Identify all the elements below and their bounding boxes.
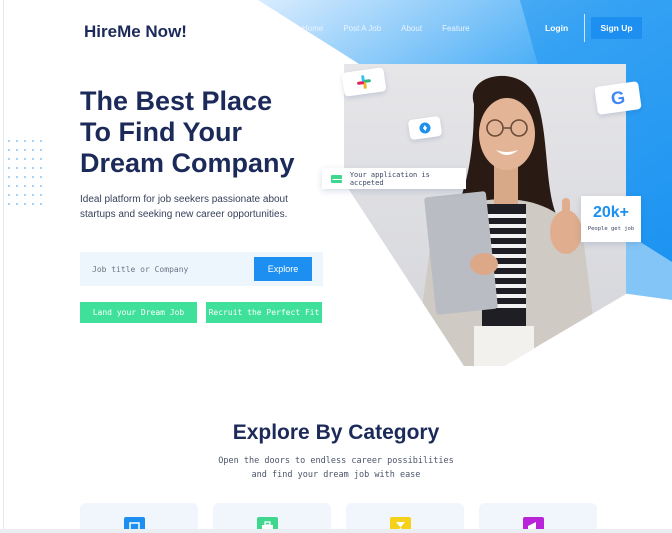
application-accepted-toast: Your application is accpeted (322, 168, 466, 189)
main-nav: Home Post A Job About Feature (302, 24, 470, 33)
brand-logo[interactable]: HireMe Now! (84, 22, 187, 42)
nav-home[interactable]: Home (302, 24, 323, 33)
stat-label: People get job (587, 226, 635, 232)
category-section-title: Explore By Category (232, 421, 440, 444)
people-got-job-stat: 20k+ People get job (581, 196, 641, 242)
category-subtitle-line-1: Open the doors to endless career possibi… (218, 456, 454, 466)
hero-subtitle: Ideal platform for job seekers passionat… (80, 194, 288, 220)
hero-title-line-1: The Best Place (80, 86, 273, 116)
job-search-bar: Explore (80, 252, 323, 286)
decorative-dots (8, 140, 48, 212)
job-search-input[interactable] (92, 260, 242, 278)
land-dream-job-button[interactable]: Land your Dream Job (80, 302, 197, 323)
bottom-divider (0, 529, 672, 533)
mail-icon (331, 174, 343, 183)
hero-title-line-3: Dream Company (80, 148, 295, 178)
category-section-subtitle: Open the doors to endless career possibi… (0, 454, 672, 482)
hero-title: The Best Place To Find Your Dream Compan… (80, 86, 295, 179)
category-subtitle-line-2: and find your dream job with ease (251, 470, 421, 480)
signup-button[interactable]: Sign Up (591, 17, 642, 39)
hero-title-line-2: To Find Your (80, 117, 242, 147)
nav-post-a-job[interactable]: Post A Job (343, 24, 381, 33)
nav-about[interactable]: About (401, 24, 422, 33)
nav-feature[interactable]: Feature (442, 24, 470, 33)
login-link[interactable]: Login (545, 23, 568, 33)
explore-button[interactable]: Explore (254, 257, 312, 281)
application-status-text: Your application is accpeted (349, 170, 430, 187)
stat-value: 20k+ (592, 204, 630, 221)
recruit-perfect-fit-button[interactable]: Recruit the Perfect Fit (206, 302, 322, 323)
nav-divider (584, 14, 585, 42)
